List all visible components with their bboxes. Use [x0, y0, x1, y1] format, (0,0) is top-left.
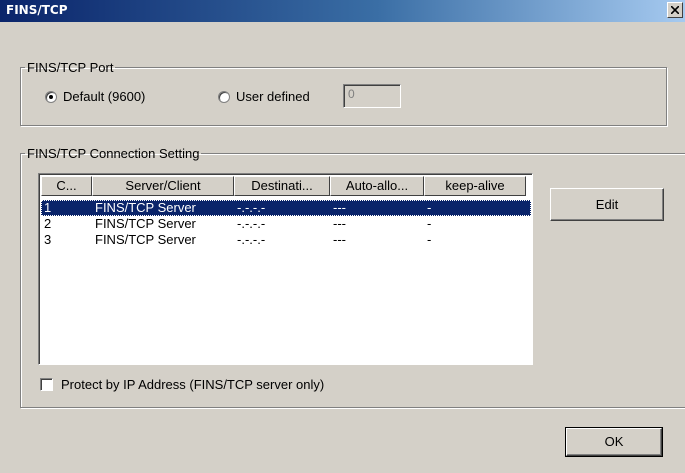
edit-button[interactable]: Edit [550, 188, 664, 221]
column-header-c[interactable]: C... [41, 176, 92, 196]
title-bar: FINS/TCP [0, 0, 685, 22]
table-row[interactable]: 1 FINS/TCP Server -.-.-.- --- - [41, 200, 531, 216]
protect-label: Protect by IP Address (FINS/TCP server o… [61, 377, 325, 392]
cell-auto-alloc: --- [333, 216, 346, 231]
protect-by-ip-checkbox[interactable]: Protect by IP Address (FINS/TCP server o… [40, 377, 324, 392]
default-port-radio[interactable]: Default (9600) [45, 89, 145, 104]
cell-destination: -.-.-.- [237, 232, 266, 247]
ok-button[interactable]: OK [565, 427, 663, 457]
column-header-destination[interactable]: Destinati... [234, 176, 330, 196]
checkbox-box [40, 378, 53, 391]
user-defined-label: User defined [236, 89, 310, 104]
cell-auto-alloc: --- [333, 200, 346, 215]
column-header-auto-alloc[interactable]: Auto-allo... [330, 176, 424, 196]
list-header: C... Server/Client Destinati... Auto-all… [41, 176, 526, 196]
cell-auto-alloc: --- [333, 232, 346, 247]
radio-circle-checked [45, 90, 57, 103]
cell-c: 1 [44, 200, 52, 215]
table-row[interactable]: 3 FINS/TCP Server -.-.-.- --- - [41, 232, 531, 248]
cell-server-client: FINS/TCP Server [95, 216, 196, 231]
close-button[interactable] [667, 2, 683, 18]
cell-keep-alive: - [427, 232, 432, 247]
cell-c: 3 [44, 232, 52, 247]
table-row[interactable]: 2 FINS/TCP Server -.-.-.- --- - [41, 216, 531, 232]
window-title: FINS/TCP [6, 3, 68, 17]
close-icon [671, 6, 679, 14]
cell-server-client: FINS/TCP Server [95, 200, 196, 215]
column-header-server-client[interactable]: Server/Client [92, 176, 234, 196]
connection-list[interactable]: C... Server/Client Destinati... Auto-all… [38, 173, 533, 365]
cell-destination: -.-.-.- [237, 216, 266, 231]
connection-group-legend: FINS/TCP Connection Setting [27, 146, 200, 161]
cell-destination: -.-.-.- [237, 200, 266, 215]
cell-keep-alive: - [427, 216, 432, 231]
radio-circle [218, 90, 230, 103]
user-port-input[interactable]: 0 [343, 84, 401, 108]
default-port-label: Default (9600) [63, 89, 146, 104]
user-defined-radio[interactable]: User defined [218, 89, 310, 104]
cell-server-client: FINS/TCP Server [95, 232, 196, 247]
column-header-keep-alive[interactable]: keep-alive [424, 176, 526, 196]
cell-keep-alive: - [427, 200, 432, 215]
cell-c: 2 [44, 216, 52, 231]
port-group-legend: FINS/TCP Port [27, 60, 114, 75]
